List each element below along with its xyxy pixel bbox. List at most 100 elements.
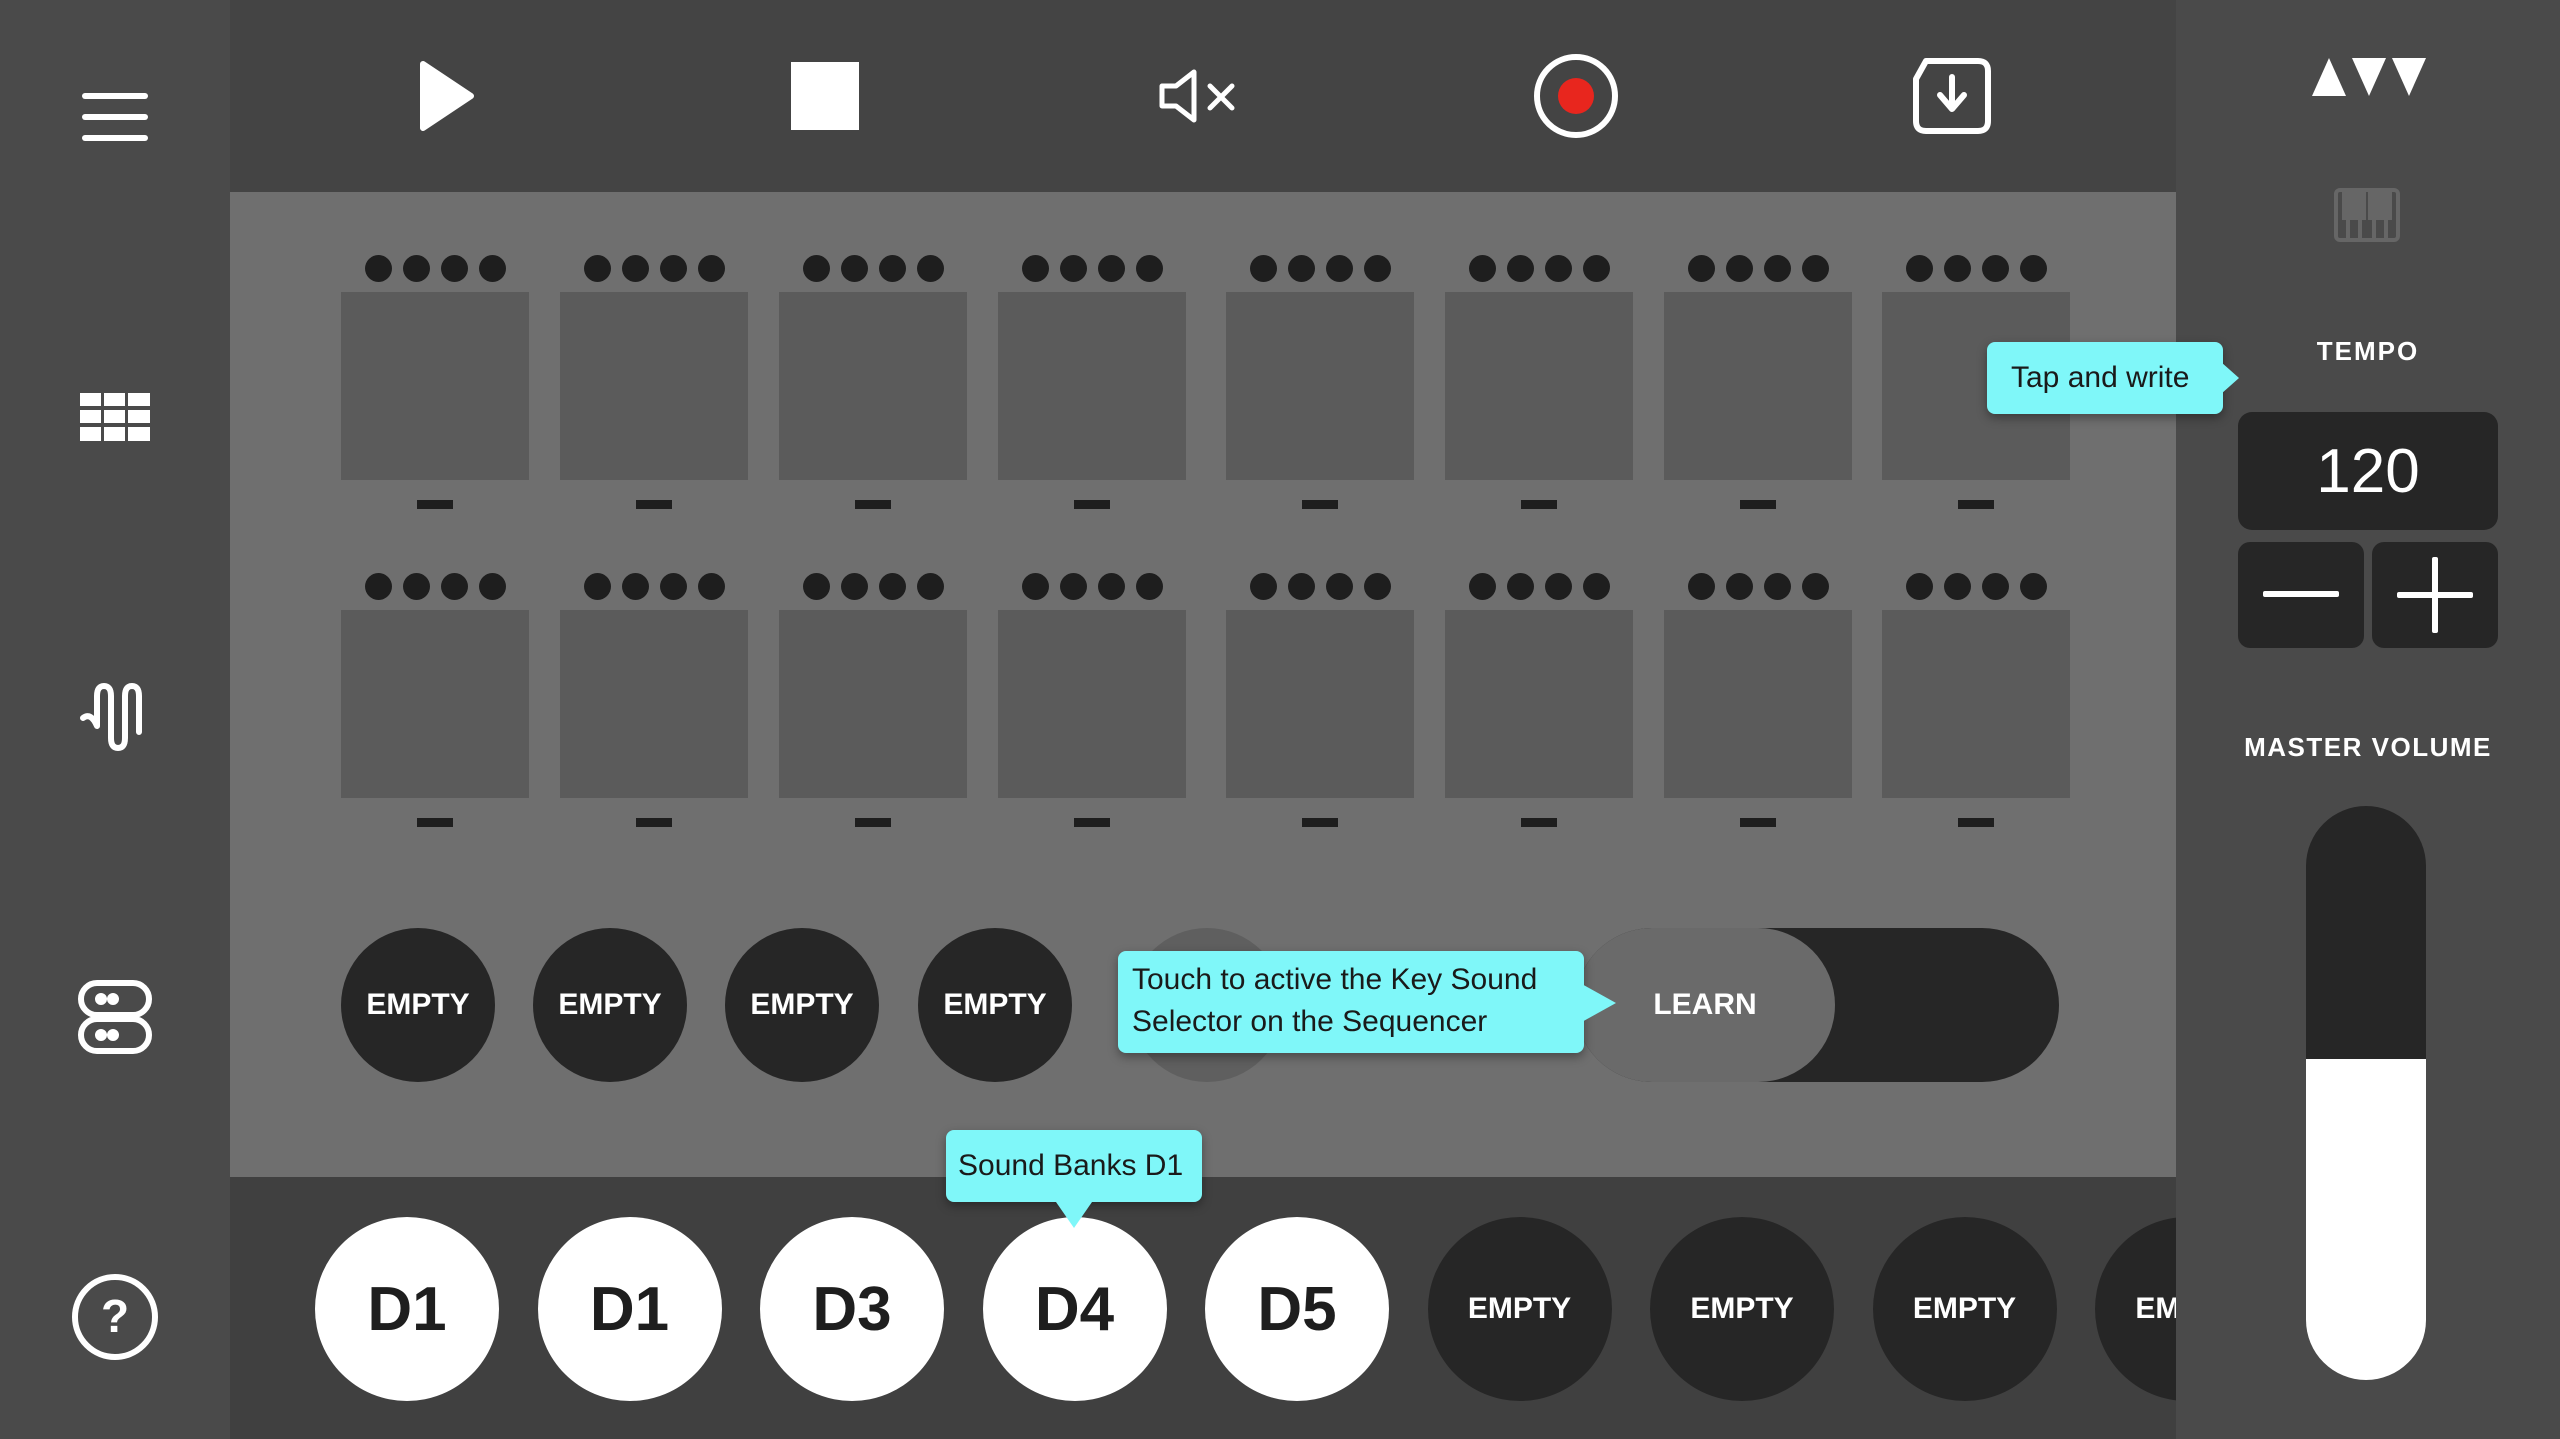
pad-step-dot xyxy=(1801,254,1829,282)
pad-step-dot xyxy=(1363,572,1391,600)
pad-step-dot xyxy=(840,572,868,600)
pad-step-dot xyxy=(440,254,468,282)
waveform-icon[interactable] xyxy=(60,662,170,772)
tempo-decrease-button[interactable] xyxy=(2238,542,2364,648)
sound-bank-button[interactable]: D1 xyxy=(537,1217,722,1401)
pad-step-dot xyxy=(364,254,392,282)
drum-pad[interactable] xyxy=(998,610,1186,798)
pad-level-marker xyxy=(1958,500,1994,509)
key-sound-2[interactable]: EMPTY xyxy=(533,928,687,1082)
sound-bank-button[interactable]: EMPTY xyxy=(1872,1217,2057,1401)
drum-pad[interactable] xyxy=(1664,292,1852,480)
sound-bank-button[interactable]: EMPTY xyxy=(1650,1217,1834,1401)
pad-step-dot xyxy=(1763,254,1791,282)
key-sound-1[interactable]: EMPTY xyxy=(341,928,495,1082)
pad-step-indicator xyxy=(560,572,748,600)
pad-step-dot xyxy=(1943,572,1971,600)
banks-tooltip-text: Sound Banks D1 xyxy=(958,1149,1184,1182)
pad-step-indicator xyxy=(560,254,748,282)
drum-pad[interactable] xyxy=(1664,610,1852,798)
pad-step-indicator xyxy=(341,572,529,600)
stop-button[interactable] xyxy=(765,36,885,156)
pad-step-dot xyxy=(1249,572,1277,600)
sound-bank-button[interactable]: D5 xyxy=(1205,1217,1389,1401)
pad-level-marker xyxy=(1521,818,1557,827)
pad-step-dot xyxy=(1059,254,1087,282)
drum-pad[interactable] xyxy=(1445,292,1633,480)
pad-cell xyxy=(1445,254,1633,509)
pad-cell xyxy=(779,572,967,827)
pad-step-dot xyxy=(697,254,725,282)
pad-cell xyxy=(779,254,967,509)
save-button[interactable] xyxy=(1892,36,2012,156)
mute-button[interactable] xyxy=(1140,36,1260,156)
drum-pad[interactable] xyxy=(1445,610,1633,798)
play-icon xyxy=(420,61,474,131)
pad-step-dot xyxy=(1287,254,1315,282)
drum-pad[interactable] xyxy=(560,610,748,798)
pad-level-marker xyxy=(636,818,672,827)
master-volume-slider[interactable] xyxy=(2306,806,2426,1380)
sound-bank-button[interactable]: D3 xyxy=(760,1217,944,1401)
tempo-input[interactable]: 120 xyxy=(2238,412,2498,530)
plus-icon xyxy=(2397,557,2473,633)
tempo-increase-button[interactable] xyxy=(2372,542,2498,648)
drum-pad[interactable] xyxy=(779,610,967,798)
pad-step-dot xyxy=(1021,572,1049,600)
sound-bank-button[interactable]: EMPTY xyxy=(2095,1217,2176,1401)
tempo-tooltip-text: Tap and write xyxy=(2011,361,2190,394)
pad-step-dot xyxy=(1506,254,1534,282)
download-icon xyxy=(1913,58,1991,134)
learn-toggle[interactable]: LEARN xyxy=(1575,928,2059,1082)
drum-pad[interactable] xyxy=(341,610,529,798)
app-root: ? EMPTY EMPTY EMPTY EMPTY LEARN D1 D1 D3… xyxy=(0,0,2560,1439)
pad-step-dot xyxy=(1801,572,1829,600)
drum-pad[interactable] xyxy=(1226,610,1414,798)
pad-level-marker xyxy=(1740,818,1776,827)
pad-cell xyxy=(560,572,748,827)
pad-cell xyxy=(341,572,529,827)
drum-pad[interactable] xyxy=(1226,292,1414,480)
sequencer-icon[interactable] xyxy=(60,962,170,1072)
sound-bank-button[interactable]: EMPTY xyxy=(1427,1217,1612,1401)
pad-step-dot xyxy=(1325,254,1353,282)
keyboard-icon[interactable] xyxy=(2334,188,2400,242)
menu-icon[interactable] xyxy=(60,62,170,172)
play-button[interactable] xyxy=(387,36,507,156)
pad-level-marker xyxy=(855,500,891,509)
sound-bank-button[interactable]: D4 xyxy=(982,1217,1167,1401)
sound-bank-button[interactable]: D1 xyxy=(315,1217,499,1401)
record-button[interactable] xyxy=(1516,36,1636,156)
drum-pad[interactable] xyxy=(779,292,967,480)
sound-bank-bar: D1D1D3D4D5EMPTYEMPTYEMPTYEMPTY xyxy=(230,1177,2176,1439)
learn-tooltip: Touch to active the Key Sound Selector o… xyxy=(1118,951,1616,1053)
pad-step-dot xyxy=(478,254,506,282)
key-sound-3[interactable]: EMPTY xyxy=(725,928,879,1082)
drum-pad[interactable] xyxy=(341,292,529,480)
grid-icon[interactable] xyxy=(60,362,170,472)
pad-step-dot xyxy=(1097,572,1125,600)
pad-step-dot xyxy=(802,254,830,282)
pad-step-dot xyxy=(1021,254,1049,282)
pad-cell xyxy=(1664,572,1852,827)
pad-step-dot xyxy=(1582,254,1610,282)
help-icon[interactable]: ? xyxy=(60,1262,170,1372)
pad-level-marker xyxy=(1074,818,1110,827)
drum-pad[interactable] xyxy=(560,292,748,480)
pad-level-marker xyxy=(1302,500,1338,509)
learn-tooltip-line-2: Selector on the Sequencer xyxy=(1132,1005,1488,1038)
pad-step-indicator xyxy=(1445,254,1633,282)
key-sound-4[interactable]: EMPTY xyxy=(918,928,1072,1082)
pad-step-dot xyxy=(583,572,611,600)
drum-pad[interactable] xyxy=(998,292,1186,480)
pad-step-indicator xyxy=(779,254,967,282)
pad-step-dot xyxy=(878,572,906,600)
pad-step-dot xyxy=(916,572,944,600)
pad-step-dot xyxy=(1905,572,1933,600)
pad-step-dot xyxy=(364,572,392,600)
pad-step-dot xyxy=(1981,254,2009,282)
pad-step-indicator xyxy=(341,254,529,282)
pad-step-indicator xyxy=(1445,572,1633,600)
pad-cell xyxy=(998,572,1186,827)
drum-pad[interactable] xyxy=(1882,610,2070,798)
